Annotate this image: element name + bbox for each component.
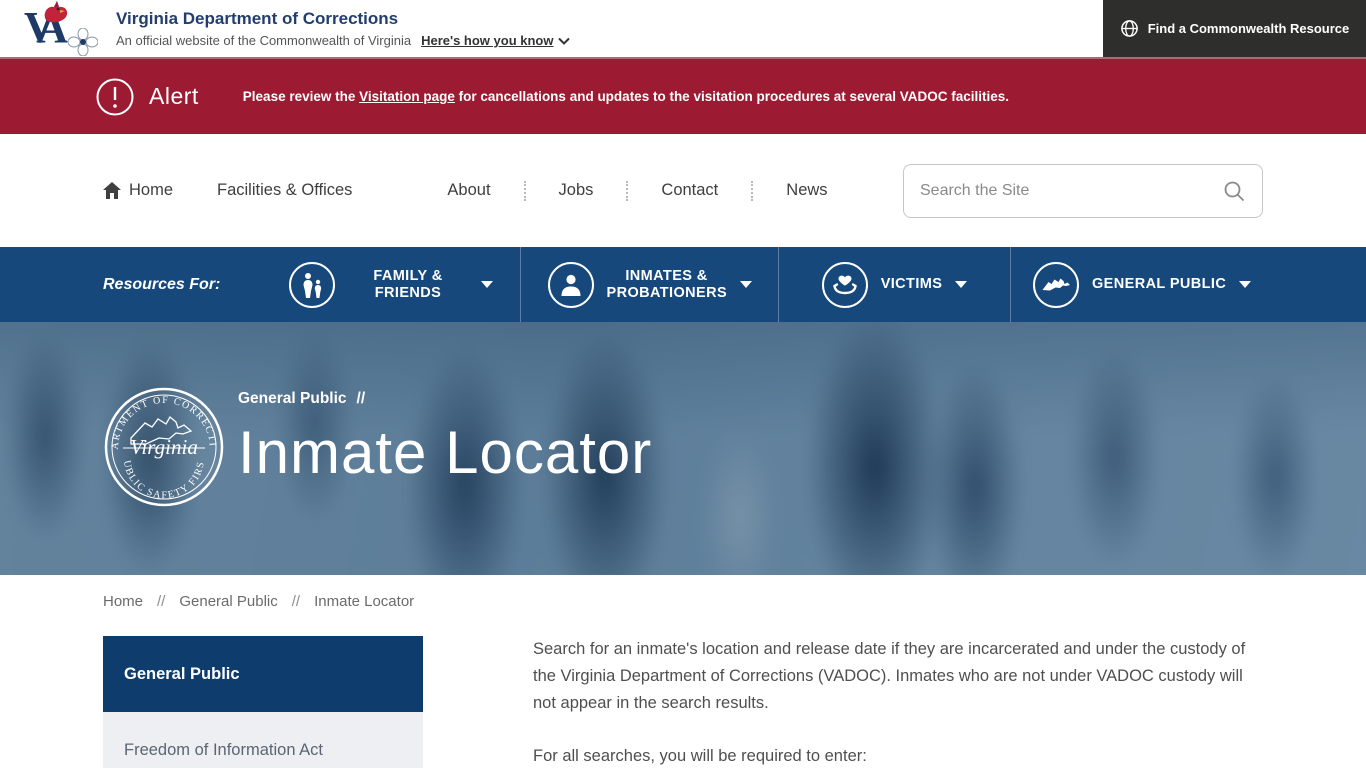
- virginia-state-icon: [1041, 276, 1071, 294]
- resources-inmates-probationers-label: INMATES & PROBATIONERS: [607, 268, 727, 302]
- nav-divider: [751, 181, 753, 201]
- chevron-down-icon: [1239, 281, 1251, 288]
- alert-exclamation-icon: [95, 77, 135, 117]
- vadoc-logo[interactable]: VA: [16, 0, 102, 57]
- family-icon: [299, 271, 325, 299]
- chevron-down-icon: [955, 281, 967, 288]
- find-commonwealth-resource-button[interactable]: Find a Commonwealth Resource: [1103, 0, 1366, 57]
- cardinal-icon: [40, 0, 74, 28]
- breadcrumb-home[interactable]: Home: [103, 593, 143, 610]
- site-title: Virginia Department of Corrections: [116, 9, 570, 29]
- resources-family-friends-menu[interactable]: FAMILY & FRIENDS: [262, 247, 520, 322]
- vadoc-seal: DEPARTMENT OF CORRECTIONS PUBLIC SAFETY …: [103, 386, 225, 508]
- site-search: [903, 164, 1263, 218]
- official-site-text: An official website of the Commonwealth …: [116, 33, 411, 48]
- resources-for-label: Resources For:: [0, 247, 262, 322]
- nav-divider: [524, 181, 526, 201]
- section-sidebar: General Public Freedom of Information Ac…: [103, 636, 423, 768]
- seal-virginia-text: Virginia: [130, 435, 198, 459]
- resources-general-public-menu[interactable]: GENERAL PUBLIC: [1010, 247, 1310, 322]
- hero-category-separator: //: [357, 390, 366, 408]
- resources-family-friends-label: FAMILY & FRIENDS: [348, 268, 468, 302]
- resources-for-bar: Resources For: FAMILY & FRIENDS INMATES …: [0, 247, 1366, 322]
- hero-category[interactable]: General Public: [238, 390, 347, 408]
- chevron-down-icon: [481, 281, 493, 288]
- nav-item-facilities-offices[interactable]: Facilities & Offices: [217, 181, 352, 200]
- chevron-down-icon: [558, 37, 570, 45]
- globe-icon: [1120, 19, 1139, 38]
- search-requirements-intro: For all searches, you will be required t…: [533, 743, 1253, 768]
- nav-divider: [626, 181, 628, 201]
- resource-button-label: Find a Commonwealth Resource: [1148, 21, 1350, 36]
- nav-item-contact[interactable]: Contact: [661, 181, 718, 200]
- alert-banner: Alert Please review the Visitation page …: [0, 57, 1366, 134]
- home-icon: [103, 182, 121, 199]
- search-icon[interactable]: [1222, 179, 1246, 203]
- site-header: VA Virginia Department of Corrections An…: [0, 0, 1366, 57]
- resources-general-public-label: GENERAL PUBLIC: [1092, 276, 1226, 293]
- hero-banner: DEPARTMENT OF CORRECTIONS PUBLIC SAFETY …: [0, 322, 1366, 575]
- inmate-icon: [558, 272, 584, 298]
- resources-inmates-probationers-menu[interactable]: INMATES & PROBATIONERS: [520, 247, 778, 322]
- chevron-down-icon: [740, 281, 752, 288]
- breadcrumb-current-page: Inmate Locator: [314, 593, 414, 610]
- nav-item-jobs[interactable]: Jobs: [559, 181, 594, 200]
- resources-victims-label: VICTIMS: [881, 276, 943, 293]
- nav-item-home[interactable]: Home: [103, 181, 173, 200]
- intro-paragraph: Search for an inmate's location and rele…: [533, 636, 1253, 717]
- sidebar-item-general-public[interactable]: General Public: [103, 636, 423, 712]
- sidebar-item-foia[interactable]: Freedom of Information Act: [103, 712, 423, 768]
- main-content: Search for an inmate's location and rele…: [533, 636, 1253, 768]
- page-title: Inmate Locator: [238, 418, 652, 487]
- victims-heart-hands-icon: [832, 272, 858, 298]
- visitation-page-link[interactable]: Visitation page: [359, 89, 455, 104]
- resources-victims-menu[interactable]: VICTIMS: [778, 247, 1010, 322]
- nav-item-news[interactable]: News: [786, 181, 827, 200]
- breadcrumb-general-public[interactable]: General Public: [179, 593, 277, 610]
- nav-item-about[interactable]: About: [447, 181, 490, 200]
- page-content: General Public Freedom of Information Ac…: [0, 622, 1366, 768]
- heres-how-you-know-link[interactable]: Here's how you know: [421, 33, 570, 48]
- main-navigation: Home Facilities & Offices About Jobs Con…: [0, 134, 1366, 247]
- header-text-block: Virginia Department of Corrections An of…: [116, 9, 570, 48]
- alert-label: Alert: [149, 83, 199, 110]
- search-input[interactable]: [920, 182, 1222, 200]
- alert-message: Please review the Visitation page for ca…: [243, 89, 1009, 104]
- breadcrumb: Home // General Public // Inmate Locator: [0, 575, 1366, 622]
- dogwood-flower-icon: [68, 28, 98, 56]
